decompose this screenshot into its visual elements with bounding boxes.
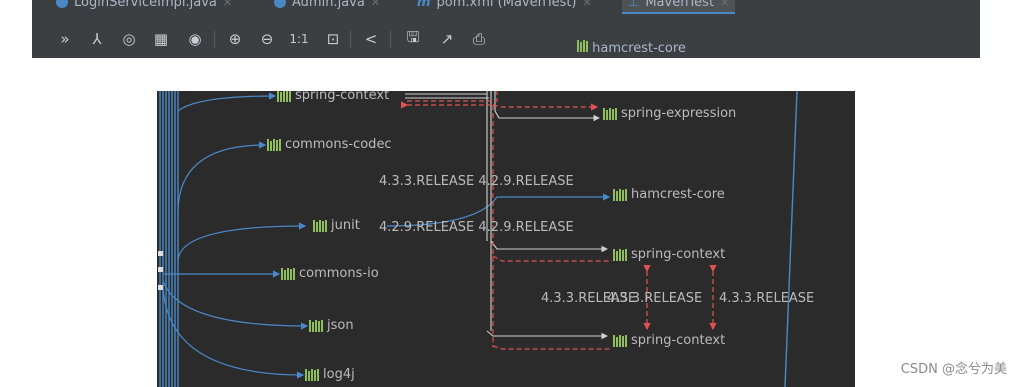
node-label: log4j bbox=[323, 367, 355, 382]
node-label: spring-context bbox=[295, 91, 390, 103]
version-label: 4.3.3.RELEASE bbox=[607, 291, 703, 306]
tab-admin[interactable]: Admin.java ✕ bbox=[274, 0, 380, 12]
library-icon bbox=[613, 334, 627, 347]
node-label: commons-io bbox=[299, 266, 379, 281]
eye-icon[interactable]: ◉ bbox=[184, 28, 206, 50]
conflict-expression bbox=[492, 103, 599, 111]
ide-window: LoginServiceImpl.java ✕ Admin.java ✕ m p… bbox=[32, 0, 980, 58]
print-icon[interactable]: ⎙ bbox=[468, 28, 490, 50]
tab-label: pom.xml (MavenTest) bbox=[436, 0, 577, 10]
node-spring-context-mid[interactable]: spring-context bbox=[613, 247, 725, 262]
peek-node: hamcrest-core bbox=[577, 40, 686, 56]
version-label: 4.3.3.RELEASE 4.2.9.RELEASE bbox=[379, 174, 574, 189]
node-log4j[interactable]: log4j bbox=[305, 367, 355, 382]
library-icon bbox=[613, 188, 627, 201]
export-icon[interactable]: ↗ bbox=[436, 28, 458, 50]
share-icon[interactable]: < bbox=[360, 28, 382, 50]
close-icon[interactable]: ✕ bbox=[720, 0, 729, 9]
node-spring-context-top[interactable]: spring-context bbox=[277, 91, 389, 103]
tab-pom[interactable]: m pom.xml (MavenTest) ✕ bbox=[417, 0, 592, 12]
class-icon bbox=[56, 0, 68, 8]
edge-junit bbox=[177, 222, 307, 262]
tab-maventest[interactable]: ⊥ MavenTest ✕ bbox=[622, 0, 736, 14]
edge-spring-expression bbox=[494, 110, 601, 122]
collapse-icon[interactable]: » bbox=[54, 28, 76, 50]
library-icon bbox=[277, 91, 291, 102]
edge-spring-context-bottom bbox=[486, 330, 609, 340]
edge-spring-context-mid bbox=[490, 240, 609, 253]
maven-icon: m bbox=[417, 0, 431, 10]
fit-content-icon[interactable]: ⊡ bbox=[322, 28, 344, 50]
close-icon[interactable]: ✕ bbox=[371, 0, 380, 9]
root-bundle bbox=[159, 91, 179, 387]
find-icon[interactable]: ◎ bbox=[118, 28, 140, 50]
close-icon[interactable]: ✕ bbox=[223, 0, 232, 9]
layout-icon[interactable]: ⅄ bbox=[86, 28, 108, 50]
node-label: spring-context bbox=[631, 333, 726, 348]
version-label: 4.3.3.RELEASE bbox=[719, 291, 815, 306]
node-label: spring-context bbox=[631, 247, 726, 262]
library-icon bbox=[613, 248, 627, 261]
diagram-edges bbox=[158, 91, 798, 387]
node-label: hamcrest-core bbox=[631, 187, 725, 202]
watermark: CSDN @念兮为美 bbox=[900, 362, 1007, 377]
diagram-icon: ⊥ bbox=[628, 0, 640, 10]
tab-label: MavenTest bbox=[645, 0, 715, 10]
library-icon bbox=[309, 319, 323, 332]
save-icon[interactable]: 🖫 bbox=[402, 28, 424, 50]
zoom-in-icon[interactable]: ⊕ bbox=[224, 28, 246, 50]
divider bbox=[390, 31, 391, 48]
library-icon bbox=[267, 138, 281, 151]
node-label: json bbox=[327, 318, 354, 333]
dependency-diagram[interactable]: spring-context commons-codec junit commo… bbox=[157, 91, 855, 387]
tab-label: LoginServiceImpl.java bbox=[74, 0, 217, 10]
class-icon bbox=[274, 0, 286, 8]
node-junit[interactable]: junit bbox=[313, 218, 360, 233]
edge-right bbox=[784, 91, 798, 387]
divider bbox=[214, 31, 215, 48]
node-label: commons-codec bbox=[285, 137, 392, 152]
close-icon[interactable]: ✕ bbox=[583, 0, 592, 9]
node-commons-codec[interactable]: commons-codec bbox=[267, 137, 392, 152]
edge-json bbox=[162, 280, 309, 330]
node-label: spring-expression bbox=[621, 106, 737, 121]
library-icon bbox=[305, 368, 319, 381]
conflict-top bbox=[407, 91, 498, 102]
peek-label: hamcrest-core bbox=[592, 41, 686, 56]
node-commons-io[interactable]: commons-io bbox=[281, 266, 379, 281]
library-icon bbox=[577, 40, 588, 52]
conflict-bottom bbox=[492, 345, 612, 350]
editor-tabs: LoginServiceImpl.java ✕ Admin.java ✕ m p… bbox=[32, 0, 980, 20]
library-icon bbox=[603, 107, 617, 120]
conflict-mid bbox=[492, 255, 612, 262]
node-json[interactable]: json bbox=[309, 318, 354, 333]
node-hamcrest-core[interactable]: hamcrest-core bbox=[613, 187, 725, 202]
diagram-toolbar: » ⅄ ◎ ▦ ◉ ⊕ ⊖ 1:1 ⊡ < 🖫 ↗ ⎙ bbox=[32, 22, 980, 56]
tab-loginserviceimpl[interactable]: LoginServiceImpl.java ✕ bbox=[56, 0, 232, 12]
edge-log4j bbox=[162, 285, 305, 379]
tab-label: Admin.java bbox=[292, 0, 365, 10]
edge-spring-context bbox=[177, 92, 277, 112]
edge-commons-codec bbox=[177, 141, 267, 212]
divider bbox=[350, 31, 351, 48]
actual-size-icon[interactable]: 1:1 bbox=[288, 28, 310, 50]
library-icon bbox=[313, 219, 327, 232]
node-spring-expression[interactable]: spring-expression bbox=[603, 106, 736, 121]
version-label: 4.2.9.RELEASE 4.2.9.RELEASE bbox=[379, 220, 574, 235]
zoom-out-icon[interactable]: ⊖ bbox=[256, 28, 278, 50]
node-label: junit bbox=[331, 218, 360, 233]
grid-icon[interactable]: ▦ bbox=[150, 28, 172, 50]
library-icon bbox=[281, 267, 295, 280]
node-spring-context-bottom[interactable]: spring-context bbox=[613, 333, 725, 348]
